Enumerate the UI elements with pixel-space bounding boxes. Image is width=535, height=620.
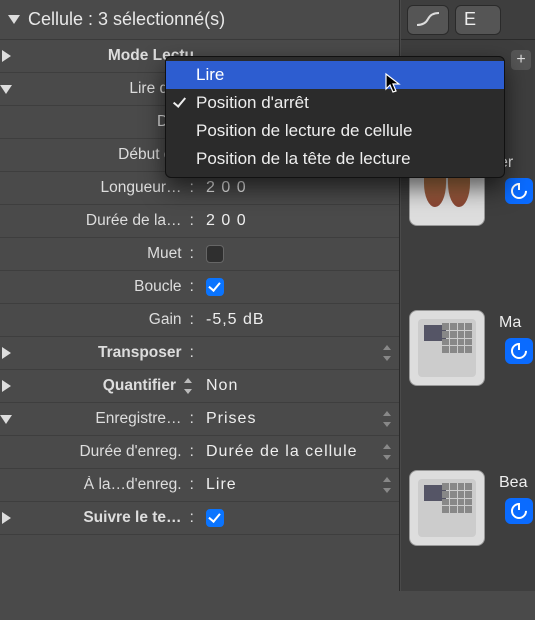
menu-item-position-tete-lecture[interactable]: Position de la tête de lecture <box>166 145 504 173</box>
stepper-icon[interactable] <box>381 443 393 461</box>
value-a-la-enreg[interactable]: Lire <box>206 476 237 494</box>
checkbox-suivre-tempo[interactable] <box>206 509 224 527</box>
power-button[interactable] <box>505 498 533 524</box>
disclosure-right-icon[interactable] <box>2 347 11 359</box>
menu-item-position-lecture-cellule[interactable]: Position de lecture de cellule <box>166 117 504 145</box>
power-button[interactable] <box>505 178 533 204</box>
checkmark-icon <box>174 95 188 109</box>
row-gain: Gain : -5,5 dB <box>0 304 399 337</box>
panel-header[interactable]: Cellule : 3 sélectionné(s) <box>0 0 399 40</box>
stepper-icon[interactable] <box>381 476 393 494</box>
disclosure-right-icon[interactable] <box>2 50 11 62</box>
label-duree-la: Durée de la… <box>26 212 182 230</box>
disclosure-right-icon[interactable] <box>2 512 11 524</box>
track-slot[interactable]: Ma <box>409 310 529 460</box>
label-suivre-tempo: Suivre le te… <box>26 509 182 527</box>
checkbox-boucle[interactable] <box>206 278 224 296</box>
value-duree-enreg[interactable]: Durée de la cellule <box>206 443 358 461</box>
value-quantifier[interactable]: Non <box>206 377 238 395</box>
label-gain: Gain <box>26 311 182 329</box>
disclosure-down-icon[interactable] <box>0 85 12 94</box>
value-gain[interactable]: -5,5 dB <box>206 311 265 329</box>
add-button[interactable]: + <box>511 50 531 70</box>
track-slot[interactable]: Bea <box>409 470 529 620</box>
disclosure-down-icon[interactable] <box>0 415 12 424</box>
value-longueur[interactable]: 2 0 0 <box>206 179 247 197</box>
plus-icon: + <box>516 51 525 69</box>
edit-button[interactable]: E <box>455 5 501 35</box>
context-menu: Lire Position d'arrêt Position de lectur… <box>165 56 505 178</box>
edit-button-label: E <box>464 9 476 30</box>
stepper-icon[interactable] <box>182 378 194 394</box>
panel-title: Cellule : 3 sélectionné(s) <box>28 9 225 30</box>
disclosure-right-icon[interactable] <box>2 380 11 392</box>
stepper-icon[interactable] <box>381 410 393 428</box>
menu-item-label: Position de la tête de lecture <box>196 149 411 169</box>
menu-item-label: Position d'arrêt <box>196 93 309 113</box>
row-enregistre: Enregistre… : Prises <box>0 403 399 436</box>
value-enregistre[interactable]: Prises <box>206 410 256 428</box>
strip-toolbar: E <box>401 0 535 40</box>
label-quantifier: Quantifier <box>26 377 176 395</box>
label-boucle: Boucle <box>26 278 182 296</box>
menu-item-lire[interactable]: Lire <box>166 61 504 89</box>
label-a-la-enreg: À la…d'enreg. <box>26 476 182 494</box>
slot-label: Ma <box>499 314 521 332</box>
value-duree-la[interactable]: 2 0 0 <box>206 212 247 230</box>
menu-item-label: Position de lecture de cellule <box>196 121 412 141</box>
row-muet: Muet : <box>0 238 399 271</box>
instrument-thumb <box>409 310 485 386</box>
curve-icon <box>415 11 441 29</box>
menu-item-label: Lire <box>196 65 224 85</box>
row-suivre-tempo: Suivre le te… : <box>0 502 399 535</box>
menu-item-position-arret[interactable]: Position d'arrêt <box>166 89 504 117</box>
stepper-icon[interactable] <box>381 344 393 362</box>
row-quantifier: Quantifier Non <box>0 370 399 403</box>
row-duree-la: Durée de la… : 2 0 0 <box>0 205 399 238</box>
automation-curve-button[interactable] <box>407 5 449 35</box>
disclosure-down-icon[interactable] <box>8 15 20 24</box>
row-transposer: Transposer : <box>0 337 399 370</box>
label-muet: Muet <box>26 245 182 263</box>
power-button[interactable] <box>505 338 533 364</box>
label-duree-enreg: Durée d'enreg. <box>26 443 182 461</box>
label-longueur: Longueur… <box>26 179 182 197</box>
row-a-la-enreg: À la…d'enreg. : Lire <box>0 469 399 502</box>
label-transposer: Transposer <box>26 344 182 362</box>
row-duree-enreg: Durée d'enreg. : Durée de la cellule <box>0 436 399 469</box>
label-enregistre: Enregistre… <box>26 410 182 428</box>
row-boucle: Boucle : <box>0 271 399 304</box>
slot-label: Bea <box>499 474 527 492</box>
instrument-thumb <box>409 470 485 546</box>
checkbox-muet[interactable] <box>206 245 224 263</box>
